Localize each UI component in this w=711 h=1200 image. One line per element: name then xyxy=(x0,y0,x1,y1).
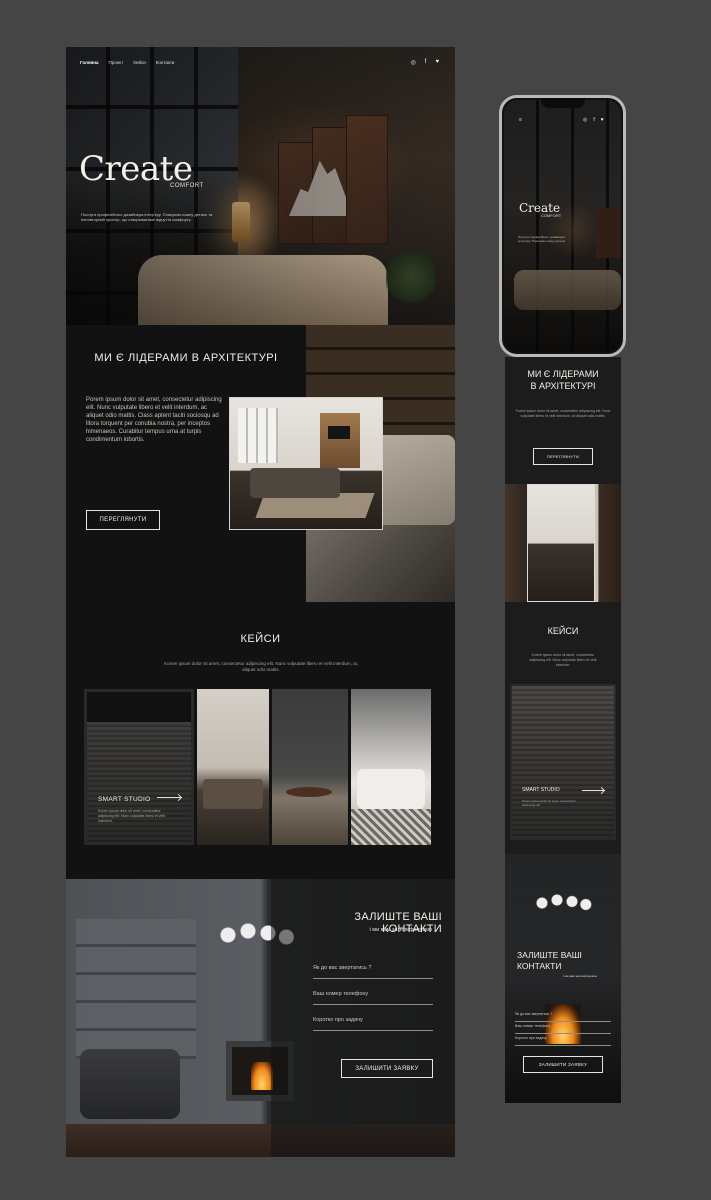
mobile-case-text: Korem ipsum dolor sit amet, consectetur … xyxy=(522,799,576,807)
window-image xyxy=(238,408,278,463)
mobile-cases-title: КЕЙСИ xyxy=(547,626,579,636)
living-room-image xyxy=(229,397,383,530)
armchair-image xyxy=(80,1049,180,1119)
case-card-2[interactable] xyxy=(197,689,269,845)
contact-section: ЗАЛИШТЕ ВАШІ КОНТАКТИ і ми вам зателефон… xyxy=(66,879,455,1157)
case-card-3[interactable] xyxy=(272,689,348,845)
phone-field[interactable]: Ваш номер телефону xyxy=(313,991,433,1005)
leaders-body: Porem ipsum dolor sit amet, consectetur … xyxy=(86,397,222,443)
mobile-leaders-title-line1: МИ Є ЛІДЕРАМИ xyxy=(527,369,599,379)
chandelier-image xyxy=(533,888,593,918)
mobile-leaders-title-line2: В АРХІТЕКТУРІ xyxy=(530,381,596,391)
menu-icon[interactable]: ≡ xyxy=(519,117,522,123)
flame-image xyxy=(251,1062,273,1090)
mobile-leaders-body: Porem ipsum dolor sit amet, consectetur … xyxy=(515,409,611,418)
arrow-right-icon[interactable] xyxy=(582,790,604,791)
mobile-cases-body: Korem ipsum dolor sit amet, consectetur … xyxy=(529,653,597,667)
screen-overlay xyxy=(504,100,621,352)
table-image xyxy=(286,787,332,797)
submit-request-button[interactable]: ЗАЛИШИТИ ЗАЯВКУ xyxy=(341,1059,433,1078)
mobile-phone-field[interactable]: Ваш номер телефону xyxy=(515,1024,611,1034)
cases-description: Korem ipsum dolor sit amet, consectetur … xyxy=(164,661,358,672)
instagram-icon[interactable]: ◎ xyxy=(583,117,587,123)
rug-image xyxy=(351,809,431,845)
case-card-smart-studio[interactable]: SMART STUDIO Korem ipsum dolor sit amet,… xyxy=(84,689,194,845)
cases-title: КЕЙСИ xyxy=(240,633,281,645)
mobile-case-label: SMART STUDIO xyxy=(522,787,560,793)
mobile-page: МИ Є ЛІДЕРАМИ В АРХІТЕКТУРІ Porem ipsum … xyxy=(505,357,621,1103)
hero-section: Головна Проект Кейси Контакти ◎ f ♥ Crea… xyxy=(66,47,455,325)
phone-mockup: ≡ ◎ f ♥ Create COMFORT Послуги професійн… xyxy=(499,95,626,357)
mobile-task-field[interactable]: Коротко про задачу xyxy=(515,1036,611,1046)
task-field[interactable]: Коротко про задачу xyxy=(313,1017,433,1031)
mobile-social-links: ◎ f ♥ xyxy=(583,117,604,123)
mobile-hero-description: Послуги професійного дизайнера інтер'єру… xyxy=(518,235,566,243)
phone-notch xyxy=(541,98,585,108)
facebook-icon[interactable]: f xyxy=(593,117,594,123)
mobile-contact-subtitle: і ми вам зателефонуємо xyxy=(563,974,598,978)
leaders-title: МИ Є ЛІДЕРАМИ В АРХІТЕКТУРІ xyxy=(94,352,278,364)
mobile-case-card[interactable]: SMART STUDIO Korem ipsum dolor sit amet,… xyxy=(510,684,616,840)
twitter-icon[interactable]: ♥ xyxy=(601,117,604,123)
arrow-right-icon[interactable] xyxy=(157,797,181,798)
mobile-contact-title-line2: КОНТАКТИ xyxy=(517,961,562,971)
nav-home[interactable]: Головна xyxy=(80,60,99,65)
mobile-hero-subtitle: COMFORT xyxy=(541,213,562,218)
tv-image xyxy=(328,426,350,439)
sofa-image xyxy=(203,779,263,809)
fireplace-wall-image xyxy=(320,413,360,468)
contact-subtitle: і ми вам зателефонуємо xyxy=(369,927,432,933)
instagram-icon[interactable]: ◎ xyxy=(411,59,416,66)
nav-cases[interactable]: Кейси xyxy=(133,60,145,65)
mobile-contact-title-line1: ЗАЛИШТЕ ВАШІ xyxy=(517,950,582,960)
social-links: ◎ f ♥ xyxy=(411,59,439,66)
facebook-icon[interactable]: f xyxy=(425,59,427,66)
room-photo xyxy=(527,484,595,602)
twitter-icon[interactable]: ♥ xyxy=(435,59,439,66)
mobile-submit-button[interactable]: ЗАЛИШИТИ ЗАЯВКУ xyxy=(523,1056,603,1073)
hero-description: Послуги професійного дизайнера інтер'єру… xyxy=(81,212,213,222)
bed-image xyxy=(357,769,425,809)
case-text: Korem ipsum dolor sit amet, consectetur … xyxy=(98,809,165,823)
sofa-image xyxy=(250,468,340,498)
view-button[interactable]: ПЕРЕГЛЯНУТИ xyxy=(86,510,160,530)
ceiling-lights-image xyxy=(87,692,191,722)
mobile-living-room-image xyxy=(505,484,621,602)
hero-subtitle: COMFORT xyxy=(170,183,204,189)
name-field[interactable]: Як до вас звертатись ? xyxy=(313,965,433,979)
case-label: SMART STUDIO xyxy=(98,796,151,803)
desktop-mockup: Головна Проект Кейси Контакти ◎ f ♥ Crea… xyxy=(66,47,455,1157)
nav-project[interactable]: Проект xyxy=(109,60,124,65)
mobile-name-field[interactable]: Як до вас звертатись ? xyxy=(515,1012,611,1022)
phone-screen: ≡ ◎ f ♥ Create COMFORT Послуги професійн… xyxy=(504,100,621,352)
mobile-contact-section: ЗАЛИШТЕ ВАШІ КОНТАКТИ і ми вам зателефон… xyxy=(505,854,621,1103)
nav-contacts[interactable]: Контакти xyxy=(156,60,175,65)
bookshelves-image xyxy=(76,919,196,1059)
case-card-4[interactable] xyxy=(351,689,431,845)
main-nav: Головна Проект Кейси Контакти xyxy=(80,60,174,65)
mobile-view-button[interactable]: ПЕРЕГЛЯНУТИ xyxy=(533,448,593,465)
